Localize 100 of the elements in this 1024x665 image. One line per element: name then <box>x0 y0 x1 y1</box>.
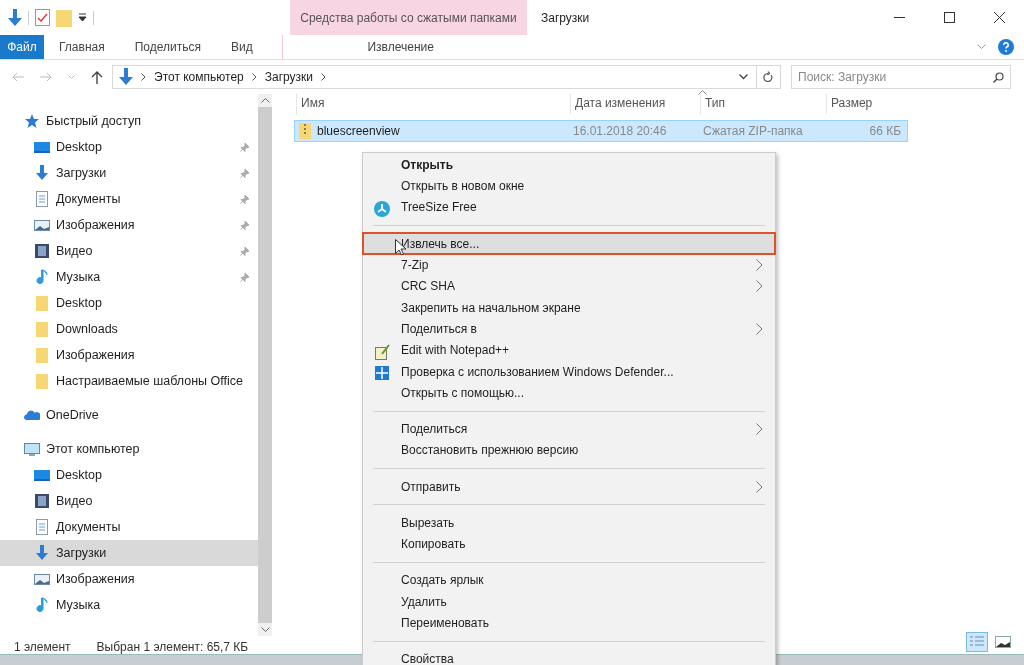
menu-item[interactable]: Вырезать <box>363 512 775 534</box>
menu-item[interactable]: Открыть в новом окне <box>363 175 775 197</box>
chevron-right-icon <box>756 280 763 293</box>
download-arrow-icon[interactable] <box>8 8 22 27</box>
menu-item[interactable]: Поделиться в <box>363 318 775 340</box>
search-icon <box>993 71 1004 83</box>
scroll-up-icon[interactable] <box>260 98 270 103</box>
nav-item[interactable]: Видео <box>0 238 258 264</box>
forward-arrow-icon[interactable] <box>40 72 52 82</box>
document-icon <box>34 519 50 535</box>
refresh-button[interactable] <box>757 65 781 89</box>
up-arrow-icon[interactable] <box>91 70 103 84</box>
menu-item[interactable]: 7-Zip <box>363 254 775 276</box>
nav-item[interactable]: Видео <box>0 488 258 514</box>
pin-icon[interactable] <box>240 246 250 256</box>
tiles-view-icon <box>994 633 1012 651</box>
maximize-icon <box>943 12 955 23</box>
nav-item[interactable]: Desktop <box>0 462 258 488</box>
window-title: Загрузки <box>540 9 590 27</box>
nav-item[interactable]: Загрузки <box>0 540 258 566</box>
table-cell-text: 66 КБ <box>868 123 902 140</box>
chevron-right-icon <box>756 423 763 436</box>
menu-item[interactable]: Edit with Notepad++ <box>363 339 775 361</box>
nav-item[interactable]: Desktop <box>0 134 258 160</box>
menu-item[interactable]: Отправить <box>363 476 775 498</box>
nav-item[interactable]: Музыка <box>0 264 258 290</box>
pin-icon[interactable] <box>240 272 250 282</box>
computer-icon <box>24 441 40 457</box>
back-arrow-icon[interactable] <box>12 72 24 82</box>
menu-item[interactable]: Удалить <box>363 591 775 613</box>
menu-item[interactable]: Переименовать <box>363 612 775 634</box>
chevron-right-icon <box>756 258 763 271</box>
nav-item[interactable]: Документы <box>0 514 258 540</box>
nav-item[interactable]: Downloads <box>0 316 258 342</box>
nav-item[interactable]: Настраиваемые шаблоны Office <box>0 368 258 394</box>
minimize-icon <box>893 17 905 18</box>
dropdown-icon[interactable] <box>78 13 87 22</box>
menu-item[interactable]: Проверка с использованием Windows Defender... <box>363 360 775 383</box>
address-bar[interactable]: Этот компьютер Загрузки <box>112 65 757 89</box>
column-header[interactable]: Имя <box>296 94 570 114</box>
chevron-right-icon[interactable] <box>141 73 146 81</box>
ribbon-tab[interactable]: Поделиться <box>119 35 216 59</box>
picture-icon <box>34 571 50 587</box>
chevron-right-icon[interactable] <box>321 73 327 81</box>
close-icon <box>993 12 1005 23</box>
menu-item[interactable]: Свойства <box>363 648 775 665</box>
pin-icon[interactable] <box>240 168 250 178</box>
file-row[interactable]: bluescreenview 16.01.2018 20:46 Сжатая ZIP-папка 66 КБ <box>294 120 908 142</box>
pin-icon[interactable] <box>240 142 250 152</box>
column-header[interactable]: Тип <box>700 94 826 114</box>
menu-item[interactable]: Открыть с помощью... <box>363 382 775 404</box>
menu-item[interactable]: Восстановить прежнюю версию <box>363 439 775 462</box>
nav-item[interactable]: Музыка <box>0 592 258 618</box>
nav-item[interactable]: Документы <box>0 186 258 212</box>
nav-item[interactable]: Загрузки <box>0 160 258 186</box>
column-header[interactable]: Размер <box>826 94 910 114</box>
nav-item[interactable]: Desktop <box>0 290 258 316</box>
checklist-icon[interactable] <box>35 9 50 26</box>
nav-section[interactable]: OneDrive <box>46 405 99 425</box>
menu-item[interactable]: Извлечь все... <box>363 232 775 255</box>
nav-item[interactable]: Изображения <box>0 566 258 592</box>
file-tab[interactable]: Файл <box>0 35 44 59</box>
nav-section[interactable]: Этот компьютер <box>46 439 140 459</box>
music-note-icon <box>34 597 50 613</box>
refresh-icon <box>763 71 774 83</box>
file-name: bluescreenview <box>317 123 400 140</box>
star-icon <box>24 113 40 129</box>
document-icon <box>34 191 50 207</box>
status-text: Выбран 1 элемент: 65,7 КБ <box>96 639 249 656</box>
nav-item[interactable]: Изображения <box>0 342 258 368</box>
folder-icon <box>34 295 50 311</box>
chevron-right-icon[interactable] <box>251 73 257 81</box>
pin-icon[interactable] <box>240 220 250 230</box>
menu-item[interactable]: Открыть <box>363 154 775 176</box>
ribbon-tab[interactable]: Главная <box>44 35 120 59</box>
help-icon[interactable] <box>998 39 1014 55</box>
chevron-right-icon <box>756 322 763 335</box>
contextual-tab-group: Средства работы со сжатыми папками <box>290 0 527 35</box>
scroll-down-icon[interactable] <box>260 627 270 632</box>
folder-icon <box>34 373 50 389</box>
download-arrow-icon <box>119 68 133 86</box>
menu-item[interactable]: Копировать <box>363 533 775 555</box>
menu-item[interactable]: TreeSize Free <box>363 196 775 218</box>
network-icon <box>374 200 390 217</box>
nav-section[interactable]: Быстрый доступ <box>46 111 141 131</box>
column-header[interactable]: Дата изменения <box>570 94 700 114</box>
menu-item[interactable]: Закрепить на начальном экране <box>363 296 775 319</box>
download-arrow-icon <box>34 165 50 181</box>
ribbon-tab[interactable]: Вид <box>215 35 268 59</box>
chevron-down-icon[interactable] <box>739 74 748 80</box>
pin-icon[interactable] <box>240 194 250 204</box>
menu-item[interactable]: Создать ярлык <box>363 569 775 592</box>
search-field[interactable]: Поиск: Загрузки <box>791 65 1011 89</box>
breadcrumb[interactable]: Загрузки <box>264 68 314 86</box>
breadcrumb[interactable]: Этот компьютер <box>154 68 244 86</box>
menu-item[interactable]: CRC SHA <box>363 275 775 297</box>
chevron-right-icon <box>756 480 763 493</box>
menu-item[interactable]: Поделиться <box>363 418 775 440</box>
table-cell-text: 16.01.2018 20:46 <box>572 123 668 140</box>
nav-item[interactable]: Изображения <box>0 212 258 238</box>
